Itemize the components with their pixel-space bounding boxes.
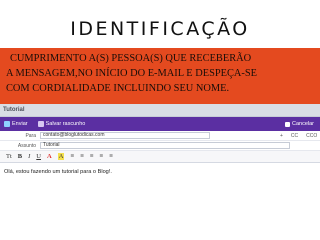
window-title: Tutorial bbox=[0, 104, 320, 117]
instruction-banner: CUMPRIMENTO A(S) PESSOA(S) QUE RECEBERÃO… bbox=[0, 48, 320, 104]
to-row: Para contato@bloglutodicas.com + CC CCO bbox=[0, 131, 320, 141]
save-icon bbox=[37, 121, 44, 127]
align-left-button[interactable]: ≡ bbox=[70, 153, 74, 160]
numbered-list-button[interactable]: ≡ bbox=[109, 153, 113, 160]
subject-row: Assunto Tutorial bbox=[0, 141, 320, 151]
align-right-button[interactable]: ≡ bbox=[90, 153, 94, 160]
to-field[interactable]: contato@bloglutodicas.com bbox=[40, 132, 210, 139]
save-draft-button[interactable]: Salvar rascunho bbox=[37, 121, 86, 127]
subject-field[interactable]: Tutorial bbox=[40, 142, 290, 149]
text-color-button[interactable]: A bbox=[47, 153, 52, 160]
format-toolbar: Tt B I U A A ≡ ≡ ≡ ≡ ≡ bbox=[0, 151, 320, 163]
send-icon bbox=[4, 121, 10, 127]
bcc-link[interactable]: CCO bbox=[306, 133, 317, 139]
cc-link[interactable]: CC bbox=[291, 133, 298, 139]
message-body[interactable]: Olá, estou fazendo um tutorial para o Bl… bbox=[0, 163, 320, 181]
banner-line: A MENSAGEM,NO INÍCIO DO E-MAIL E DESPEÇA… bbox=[6, 68, 258, 79]
cancel-label: Cancelar bbox=[291, 121, 314, 127]
slide-title: IDENTIFICAÇÃO bbox=[70, 18, 250, 40]
banner-line: COM CORDIALIDADE INCLUINDO SEU NOME. bbox=[6, 83, 230, 94]
subject-label: Assunto bbox=[17, 142, 36, 149]
italic-button[interactable]: I bbox=[28, 153, 30, 160]
send-button[interactable]: Enviar bbox=[4, 121, 28, 127]
compose-toolbar: Enviar Salvar rascunho Cancelar bbox=[0, 117, 320, 131]
banner-line: CUMPRIMENTO A(S) PESSOA(S) QUE RECEBERÃO bbox=[10, 53, 252, 64]
to-label: Para bbox=[25, 132, 36, 139]
cancel-button[interactable]: Cancelar bbox=[284, 121, 314, 127]
close-icon bbox=[284, 121, 290, 127]
save-draft-label: Salvar rascunho bbox=[45, 121, 86, 127]
bold-button[interactable]: B bbox=[18, 153, 22, 160]
underline-button[interactable]: U bbox=[36, 153, 41, 160]
add-recipient-icon[interactable]: + bbox=[280, 133, 283, 139]
email-compose-screenshot: Tutorial Enviar Salvar rascunho Cancelar… bbox=[0, 104, 320, 240]
cc-links: + CC CCO bbox=[280, 133, 317, 139]
font-size-button[interactable]: Tt bbox=[6, 153, 12, 160]
send-label: Enviar bbox=[12, 121, 28, 127]
bullet-list-button[interactable]: ≡ bbox=[99, 153, 103, 160]
align-center-button[interactable]: ≡ bbox=[80, 153, 84, 160]
highlight-button[interactable]: A bbox=[57, 153, 65, 160]
